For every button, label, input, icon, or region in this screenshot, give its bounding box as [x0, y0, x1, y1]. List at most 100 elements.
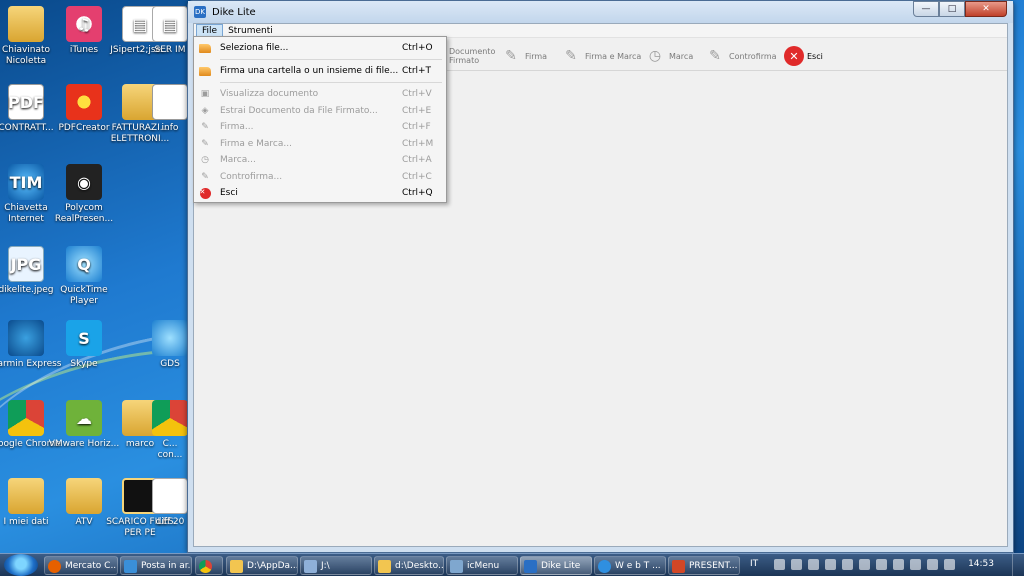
countersign-icon: ✎ [201, 172, 209, 182]
folder-icon [378, 560, 391, 573]
toolbar-label: Marca [669, 51, 694, 61]
taskbar-button[interactable]: d:\Deskto... [374, 556, 444, 575]
toolbar-label: Controfirma [729, 51, 777, 61]
taskbar-button-label: d:\Deskto... [395, 561, 444, 571]
taskbar-button[interactable]: PRESENT... [668, 556, 740, 575]
taskbar-button-label: icMenu [467, 561, 500, 571]
taskbar-button-label: D:\AppDa... [247, 561, 298, 571]
tray-icon[interactable] [927, 559, 938, 570]
clock[interactable]: 14:53 [968, 559, 994, 569]
menu-item-shortcut: Ctrl+M [402, 139, 434, 149]
desktop-icon[interactable]: Q QuickTime Player [48, 246, 120, 307]
taskbar-button[interactable]: W e b T ... [594, 556, 666, 575]
taskbar-button-label: Posta in ar... [141, 561, 192, 571]
tray-icon[interactable] [808, 559, 819, 570]
toolbar-marca[interactable]: ◷ Marca [644, 43, 693, 69]
ie-icon [598, 560, 611, 573]
exit-icon: ✕ [198, 187, 212, 199]
toolbar-controfirma[interactable]: ✎ Controfirma [704, 43, 777, 69]
tray-icon[interactable] [825, 559, 836, 570]
taskbar-button[interactable]: Posta in ar... [120, 556, 192, 575]
desktop-icon[interactable]: ◉ Polycom RealPresen... [48, 164, 120, 225]
pdfcreator-icon [66, 84, 102, 120]
show-desktop-button[interactable] [1012, 554, 1024, 576]
maximize-button[interactable]: □ [939, 1, 965, 17]
chrome-icon [8, 400, 44, 436]
app-icon [152, 400, 188, 436]
desktop-icon-label: PDFCreator [58, 123, 110, 133]
desktop-icon[interactable]: info [150, 84, 190, 134]
taskbar-button[interactable]: Dike Lite [520, 556, 592, 575]
menu-item-estrai-documento[interactable]: ◈ Estrai Documento da File Firmato... Ct… [194, 103, 446, 119]
tray-icon[interactable] [944, 559, 955, 570]
desktop-icon-label: diff 20 [155, 517, 185, 527]
toolbar-firma[interactable]: ✎ Firma [500, 43, 547, 69]
extract-icon: ◈ [201, 106, 209, 116]
folder-open-icon [198, 42, 212, 54]
menu-item-shortcut: Ctrl+T [402, 66, 432, 76]
menu-item-controfirma[interactable]: ✎ Controfirma... Ctrl+C [194, 169, 446, 185]
desktop-icon-label: C... con... [157, 439, 183, 460]
drive-icon [304, 560, 317, 573]
app-icon [450, 560, 463, 573]
menu-item-shortcut: Ctrl+O [402, 43, 433, 53]
taskbar-button[interactable]: Mercato C... [44, 556, 118, 575]
file-menu-dropdown: Seleziona file... Ctrl+O Firma una carte… [193, 36, 447, 203]
menu-item-firma[interactable]: ✎ Firma... Ctrl+F [194, 119, 446, 135]
vmware-icon: ☁ [66, 400, 102, 436]
desktop-icon[interactable]: GDS [150, 320, 190, 370]
mail-icon [124, 560, 137, 573]
tray-icon[interactable] [910, 559, 921, 570]
menu-item-firma-cartella[interactable]: Firma una cartella o un insieme di file.… [194, 63, 446, 79]
close-button[interactable]: ✕ [965, 1, 1007, 17]
taskbar-button-label: Dike Lite [541, 561, 581, 571]
desktop-icon-label: CONTRATT... [0, 123, 54, 133]
desktop-icon[interactable]: diff 20 [150, 478, 190, 528]
desktop-icon-label: Chiavinato Nicoletta [1, 45, 51, 66]
toolbar-label: Esci [807, 51, 823, 61]
taskbar-button-label: J:\ [321, 561, 330, 571]
menu-item-label: Controfirma... [220, 172, 283, 182]
menu-item-visualizza-documento[interactable]: ▣ Visualizza documento Ctrl+V [194, 86, 446, 102]
menu-item-firma-e-marca[interactable]: ✎ Firma e Marca... Ctrl+M [194, 136, 446, 152]
taskbar-button[interactable]: icMenu [446, 556, 518, 575]
pen-icon: ✎ [201, 122, 209, 132]
desktop-icon[interactable]: C... con... [150, 400, 190, 461]
dike-icon [524, 560, 537, 573]
image-icon: JPG [8, 246, 44, 282]
desktop-icon[interactable]: ▤ SER IM [150, 6, 190, 56]
taskbar-button[interactable]: D:\AppDa... [226, 556, 298, 575]
toolbar-label: Firma e Marca [585, 51, 642, 61]
tray-icon[interactable] [859, 559, 870, 570]
desktop-icon-label: dikelite.jpeg [0, 285, 54, 295]
powerpoint-icon [672, 560, 685, 573]
toolbar-firma-e-marca[interactable]: ✎ Firma e Marca [560, 43, 641, 69]
tray-icon[interactable] [842, 559, 853, 570]
taskbar-button-label: PRESENT... [689, 561, 738, 571]
menu-item-seleziona-file[interactable]: Seleziona file... Ctrl+O [194, 40, 446, 56]
desktop-icon[interactable]: S Skype [48, 320, 120, 370]
menu-item-label: Firma una cartella o un insieme di file.… [220, 66, 399, 76]
taskbar-button[interactable] [195, 556, 223, 575]
menu-item-label: Visualizza documento [220, 89, 319, 99]
taskbar-button[interactable]: J:\ [300, 556, 372, 575]
menu-item-marca[interactable]: ◷ Marca... Ctrl+A [194, 152, 446, 168]
taskbar-button-label: W e b T ... [615, 561, 661, 571]
tray-icon[interactable] [893, 559, 904, 570]
start-button[interactable] [4, 554, 38, 576]
window-titlebar[interactable]: DK Dike Lite — □ ✕ [188, 1, 1013, 23]
desktop-icon-label: I miei dati [3, 517, 49, 527]
menu-item-esci[interactable]: ✕ Esci Ctrl+Q [194, 185, 446, 201]
menu-item-shortcut: Ctrl+C [402, 172, 432, 182]
document-icon: ▤ [152, 6, 188, 42]
garmin-icon [8, 320, 44, 356]
toolbar-esci[interactable]: ✕ Esci [784, 43, 823, 69]
tray-icon[interactable] [791, 559, 802, 570]
language-indicator[interactable]: IT [750, 559, 758, 569]
desktop-icon-label: SER IM [154, 45, 186, 55]
tray-icon[interactable] [876, 559, 887, 570]
tray-icon[interactable] [774, 559, 785, 570]
desktop-icon-label: QuickTime Player [60, 285, 108, 306]
minimize-button[interactable]: — [913, 1, 939, 17]
polycom-icon: ◉ [66, 164, 102, 200]
